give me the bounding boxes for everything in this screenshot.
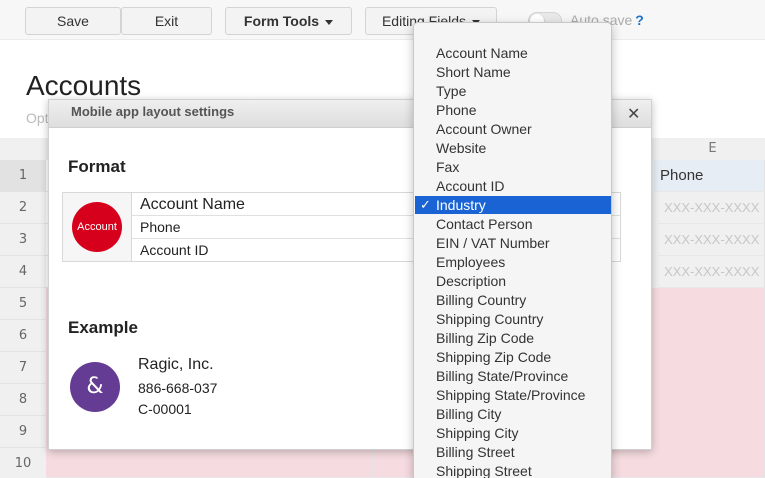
row-number[interactable]: 10 [0,448,46,478]
dropdown-option[interactable]: Short Name [415,63,611,81]
modal-title: Mobile app layout settings [71,104,235,119]
close-icon[interactable]: ✕ [627,104,640,123]
dropdown-option[interactable]: Fax [415,158,611,176]
help-icon[interactable]: ? [635,12,644,28]
page-title: Accounts [26,70,142,101]
phone-cell[interactable]: XXX-XXX-XXXX [658,256,765,288]
dropdown-option[interactable]: Description [415,272,611,290]
example-line: C-00001 [138,401,192,417]
dropdown-option-selected[interactable]: ✓ Industry [415,196,611,214]
field-select-dropdown: Account Name Short Name Type Phone Accou… [413,22,612,478]
save-button[interactable]: Save [25,7,121,35]
dropdown-option[interactable]: Shipping Street [415,462,611,478]
toolbar: Save Exit Form Tools Editing Fields Auto… [0,0,765,40]
dropdown-option[interactable]: Account Name [415,44,611,62]
row-number[interactable]: 4 [0,256,46,288]
caret-down-icon [325,19,334,25]
phone-cell[interactable]: XXX-XXX-XXXX [658,192,765,224]
dropdown-option[interactable]: Billing State/Province [415,367,611,385]
dropdown-option[interactable]: Billing Zip Code [415,329,611,347]
row-number[interactable]: 7 [0,352,46,384]
dropdown-option[interactable]: Shipping State/Province [415,386,611,404]
sheet-cell[interactable] [658,288,765,478]
dropdown-option[interactable]: Type [415,82,611,100]
dropdown-option-label: Industry [436,197,486,213]
phone-header-cell[interactable]: Phone [654,160,765,192]
row-number[interactable]: 5 [0,288,46,320]
dropdown-option[interactable]: Phone [415,101,611,119]
checkmark-icon: ✓ [420,197,431,212]
row-number[interactable]: 6 [0,320,46,352]
dropdown-option[interactable]: Billing Country [415,291,611,309]
row-number[interactable]: 2 [0,192,46,224]
dropdown-option[interactable]: EIN / VAT Number [415,234,611,252]
example-heading: Example [68,318,138,337]
example-avatar: & [70,362,120,412]
dropdown-option[interactable]: Employees [415,253,611,271]
format-avatar[interactable]: Account [72,202,122,252]
dropdown-option[interactable]: Billing City [415,405,611,423]
dropdown-option[interactable]: Contact Person [415,215,611,233]
row-number[interactable]: 3 [0,224,46,256]
dropdown-option[interactable]: Shipping City [415,424,611,442]
column-header-e: E [708,141,717,156]
dropdown-option[interactable]: Account Owner [415,120,611,138]
example-line: 886-668-037 [138,380,218,396]
page-subtitle: Opt [26,110,49,126]
format-heading: Format [68,157,126,176]
row-number[interactable]: 8 [0,384,46,416]
row-number[interactable]: 9 [0,416,46,448]
phone-cell[interactable]: XXX-XXX-XXXX [658,224,765,256]
form-tools-button[interactable]: Form Tools [225,7,352,35]
form-tools-label: Form Tools [243,13,320,29]
dropdown-option[interactable]: Shipping Country [415,310,611,328]
format-avatar-cell: Account [63,193,132,261]
example-title: Ragic, Inc. [138,356,214,373]
dropdown-option[interactable]: Shipping Zip Code [415,348,611,366]
dropdown-option[interactable]: Account ID [415,177,611,195]
dropdown-option[interactable]: Billing Street [415,443,611,461]
exit-button[interactable]: Exit [121,7,212,35]
dropdown-option[interactable]: Website [415,139,611,157]
row-number[interactable]: 1 [0,160,46,192]
